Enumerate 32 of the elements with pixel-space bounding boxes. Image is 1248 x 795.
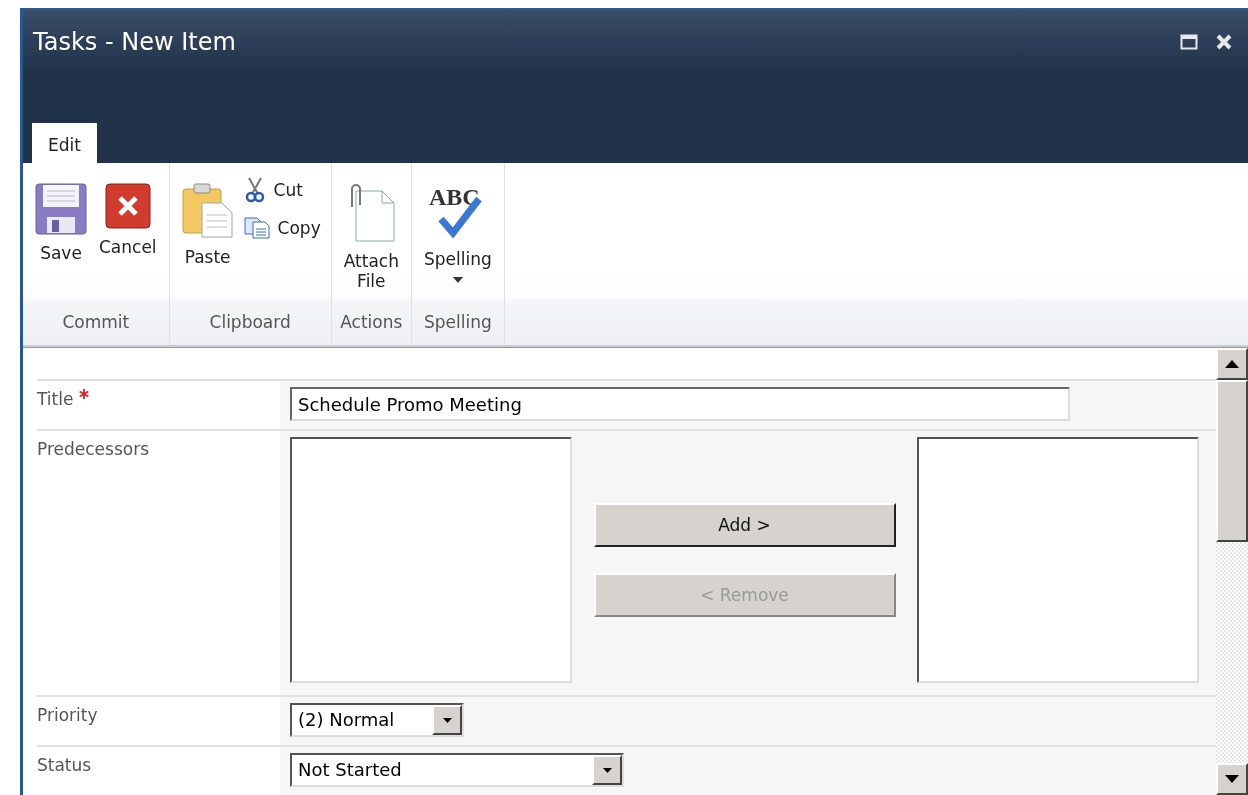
dropdown[interactable]: (2) Normal [290, 703, 464, 737]
title-input[interactable]: Schedule Promo Meeting [290, 387, 1070, 421]
field-label: Predecessors [37, 439, 150, 459]
clipboard-icon [181, 183, 234, 239]
ribbon-button[interactable]: Cut [241, 175, 323, 205]
ribbon-button[interactable]: Attach File [339, 171, 403, 299]
dropdown-arrow-icon [442, 717, 452, 723]
ribbon-button[interactable]: Cancel [95, 171, 161, 299]
copy-icon [243, 217, 270, 239]
group-label: Clipboard [169, 299, 331, 345]
window-title: Tasks - New Item [33, 28, 236, 56]
scissors-icon [243, 177, 266, 203]
field-label: Status [37, 755, 92, 775]
ribbon-button[interactable]: Save [31, 171, 91, 299]
ribbon-button[interactable]: Paste [177, 171, 238, 299]
ribbon-button[interactable]: ABC Spelling [419, 171, 496, 299]
group-label: Spelling [411, 299, 504, 345]
field-label: Priority [37, 705, 98, 725]
ribbon-button[interactable]: Copy [241, 215, 323, 241]
group-label: Actions [331, 299, 411, 345]
picker-button[interactable]: Add > [593, 503, 896, 547]
dropdown[interactable]: Not Started [290, 753, 624, 787]
scrollbar[interactable] [1216, 348, 1248, 795]
close-icon[interactable] [1216, 34, 1232, 50]
scroll-down-icon[interactable] [1225, 775, 1239, 783]
dropdown-arrow-icon [602, 767, 612, 773]
cancel-icon [104, 183, 151, 229]
group-label: Commit [23, 299, 169, 345]
ribbon-tab[interactable]: Edit [32, 123, 97, 163]
scroll-up-icon[interactable] [1225, 360, 1239, 368]
maximize-icon[interactable] [1180, 34, 1198, 50]
field-label: Title [37, 389, 74, 409]
